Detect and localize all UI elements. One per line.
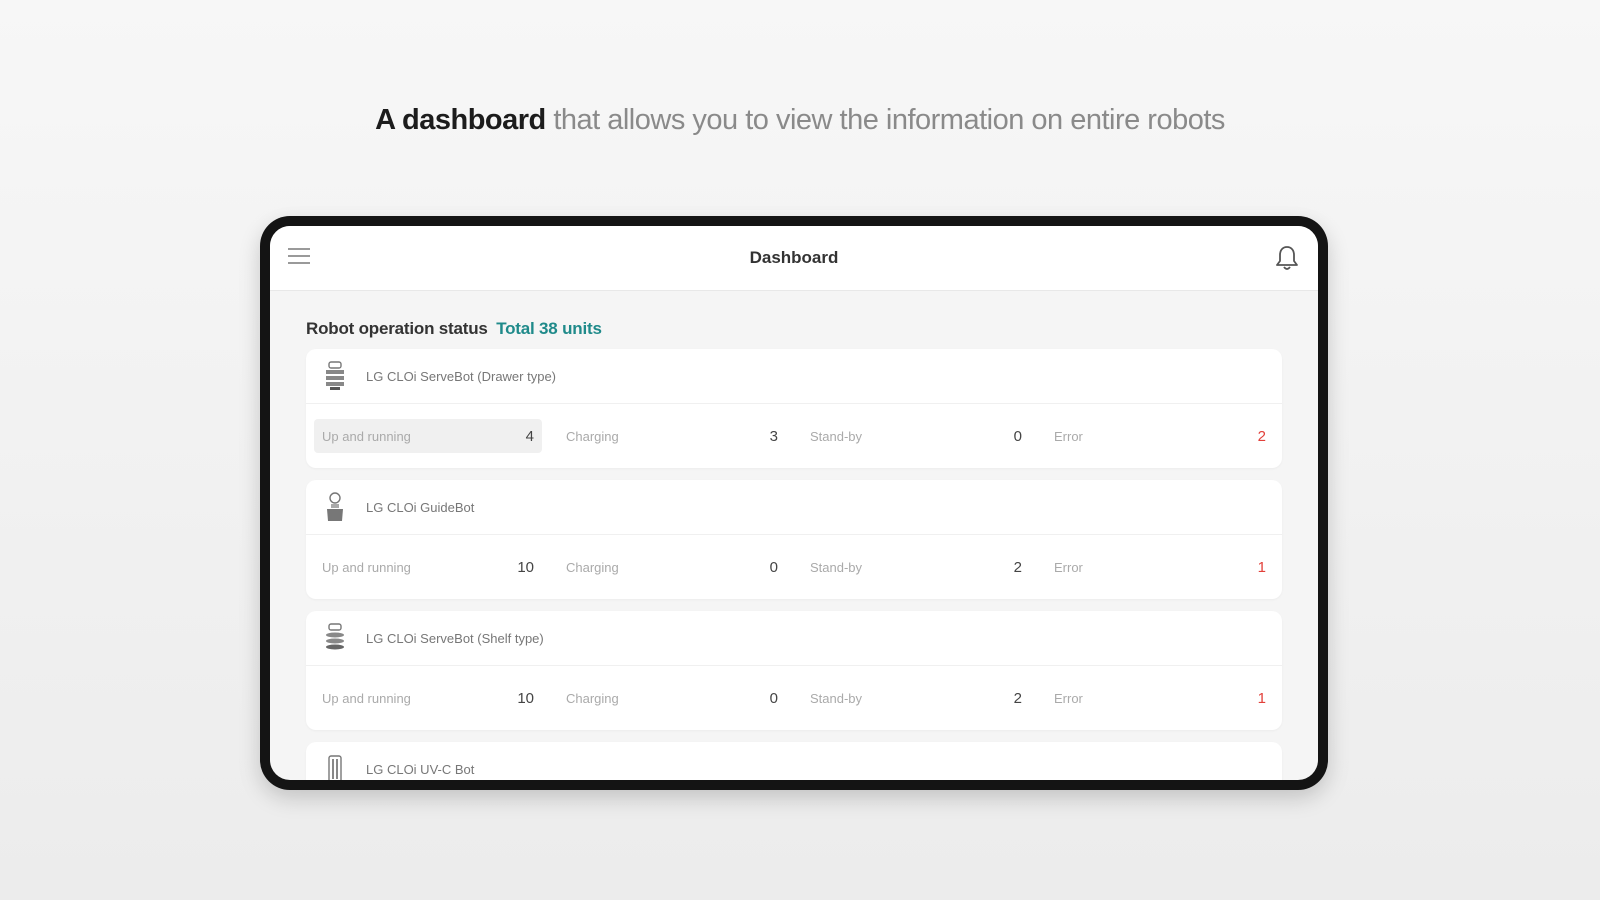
tablet-screen: Dashboard Robot operation status Total 3…	[270, 226, 1318, 780]
stat-value: 3	[769, 427, 778, 445]
stat-label: Stand-by	[810, 690, 863, 706]
servebot-drawer-icon	[320, 358, 350, 394]
stat-value: 0	[1013, 427, 1022, 445]
stat-stand-by[interactable]: Stand-by 2	[802, 550, 1030, 584]
stat-error[interactable]: Error 2	[1046, 419, 1274, 453]
stat-up-and-running[interactable]: Up and running 4	[314, 419, 542, 453]
stat-label: Error	[1054, 428, 1083, 444]
stat-value: 10	[517, 689, 534, 707]
headline-bold: A dashboard	[375, 104, 546, 136]
page-title: Dashboard	[749, 248, 839, 267]
robot-card[interactable]: LG CLOi UV-C Bot	[306, 742, 1282, 780]
stat-value-error: 2	[1257, 427, 1266, 445]
stat-label: Charging	[566, 428, 619, 444]
stat-label: Up and running	[322, 428, 411, 444]
total-units: Total 38 units	[496, 319, 602, 338]
guidebot-icon	[320, 489, 350, 525]
robot-card[interactable]: LG CLOi ServeBot (Shelf type) Up and run…	[306, 611, 1282, 730]
robot-stats: Up and running 4 Charging 3 Stand-by 0 E…	[306, 404, 1282, 468]
robot-card-header: LG CLOi GuideBot	[306, 480, 1282, 535]
uvc-bot-icon	[320, 751, 350, 780]
stat-value: 0	[769, 558, 778, 576]
stat-up-and-running[interactable]: Up and running 10	[314, 681, 542, 715]
stat-label: Error	[1054, 690, 1083, 706]
stat-charging[interactable]: Charging 0	[558, 681, 786, 715]
section-title-label: Robot operation status	[306, 319, 488, 338]
stat-label: Charging	[566, 559, 619, 575]
bell-icon[interactable]	[1274, 244, 1300, 272]
dashboard-content: Robot operation status Total 38 units LG…	[270, 291, 1318, 780]
tablet-frame: Dashboard Robot operation status Total 3…	[260, 216, 1328, 790]
stat-value-error: 1	[1257, 558, 1266, 576]
stat-value: 10	[517, 558, 534, 576]
robot-name: LG CLOi ServeBot (Drawer type)	[366, 368, 557, 384]
headline-rest: that allows you to view the information …	[553, 104, 1225, 136]
app-bar: Dashboard	[270, 226, 1318, 291]
stat-error[interactable]: Error 1	[1046, 681, 1274, 715]
stat-label: Up and running	[322, 690, 411, 706]
stat-label: Charging	[566, 690, 619, 706]
stat-value: 2	[1013, 689, 1022, 707]
stat-label: Error	[1054, 559, 1083, 575]
robot-stats: Up and running 10 Charging 0 Stand-by 2 …	[306, 535, 1282, 599]
stat-stand-by[interactable]: Stand-by 2	[802, 681, 1030, 715]
robot-card[interactable]: LG CLOi ServeBot (Drawer type) Up and ru…	[306, 349, 1282, 468]
stat-label: Up and running	[322, 559, 411, 575]
robot-name: LG CLOi ServeBot (Shelf type)	[366, 630, 544, 646]
robot-stats: Up and running 10 Charging 0 Stand-by 2 …	[306, 666, 1282, 730]
robot-card-header: LG CLOi ServeBot (Drawer type)	[306, 349, 1282, 404]
stat-value: 4	[525, 427, 534, 445]
stat-charging[interactable]: Charging 3	[558, 419, 786, 453]
stat-label: Stand-by	[810, 559, 863, 575]
robot-card[interactable]: LG CLOi GuideBot Up and running 10 Charg…	[306, 480, 1282, 599]
stat-stand-by[interactable]: Stand-by 0	[802, 419, 1030, 453]
stat-label: Stand-by	[810, 428, 863, 444]
robot-name: LG CLOi UV-C Bot	[366, 761, 475, 777]
stat-up-and-running[interactable]: Up and running 10	[314, 550, 542, 584]
robot-card-header: LG CLOi UV-C Bot	[306, 742, 1282, 780]
stat-value: 2	[1013, 558, 1022, 576]
stat-error[interactable]: Error 1	[1046, 550, 1274, 584]
servebot-shelf-icon	[320, 620, 350, 656]
stat-charging[interactable]: Charging 0	[558, 550, 786, 584]
stat-value: 0	[769, 689, 778, 707]
robot-card-header: LG CLOi ServeBot (Shelf type)	[306, 611, 1282, 666]
robot-name: LG CLOi GuideBot	[366, 499, 475, 515]
section-title: Robot operation status Total 38 units	[306, 319, 1282, 339]
headline: A dashboard that allows you to view the …	[0, 104, 1600, 137]
stat-value-error: 1	[1257, 689, 1266, 707]
